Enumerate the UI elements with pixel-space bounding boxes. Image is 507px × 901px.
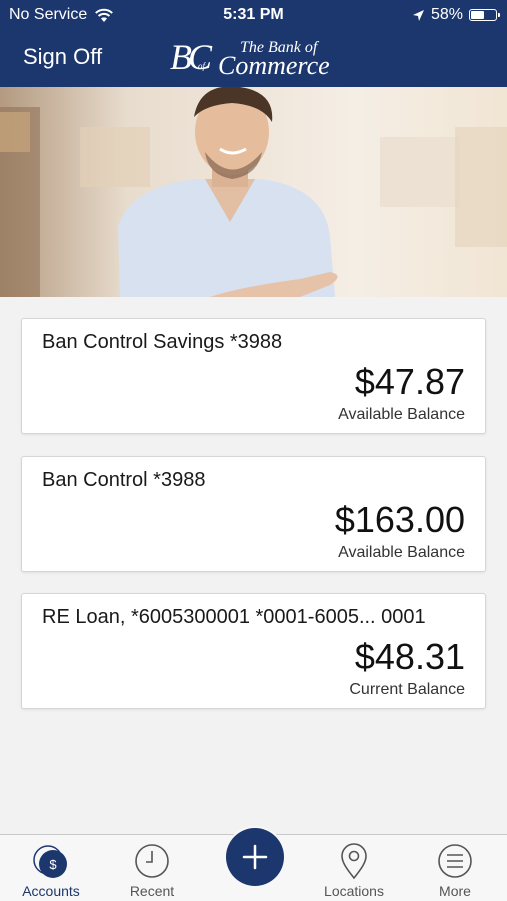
accounts-icon: $ [33,845,67,878]
tab-more-label: More [439,883,471,899]
account-card[interactable]: Ban Control *3988 $163.00 Available Bala… [21,456,486,572]
account-name: Ban Control *3988 [42,469,206,491]
account-balance: $48.31 [354,636,465,677]
logo-of: of [198,61,206,71]
battery-percent: 58% [430,6,463,23]
sign-off-button[interactable]: Sign Off [23,44,102,70]
svg-text:$: $ [49,857,57,872]
hero-banner-image [0,87,507,297]
status-bar: No Service 5:31 PM 58% [0,0,507,30]
tab-accounts[interactable]: $ Accounts [6,835,96,901]
add-button[interactable] [226,828,284,886]
logo-commerce: Commerce [218,51,330,80]
tab-locations-label: Locations [324,883,384,899]
tab-recent-label: Recent [129,883,175,899]
tab-locations[interactable]: Locations [309,835,399,901]
account-name: Ban Control Savings *3988 [42,331,283,353]
tab-recent[interactable]: Recent [107,835,197,901]
logo-mark: BC [170,37,212,77]
account-balance: $47.87 [354,361,465,402]
balance-label: Available Balance [338,544,465,561]
nav-bar: Sign Off BC of The Bank of Commerce [0,30,507,87]
account-balance: $163.00 [334,499,465,540]
location-arrow-icon [412,9,424,21]
clock-icon [135,844,169,878]
account-card[interactable]: Ban Control Savings *3988 $47.87 Availab… [21,318,486,434]
bank-logo: BC of The Bank of Commerce [170,36,350,80]
location-pin-icon [341,843,367,880]
menu-icon [438,844,472,878]
tab-more[interactable]: More [410,835,500,901]
plus-icon [242,844,268,870]
account-name: RE Loan, *6005300001 *0001-6005... 0001 [42,606,426,628]
battery-level [471,11,485,19]
balance-label: Available Balance [338,406,465,423]
balance-label: Current Balance [349,681,465,698]
banker-photo [0,87,507,297]
tab-accounts-label: Accounts [22,883,80,899]
battery-icon [469,9,500,21]
account-card[interactable]: RE Loan, *6005300001 *0001-6005... 0001 … [21,593,486,709]
